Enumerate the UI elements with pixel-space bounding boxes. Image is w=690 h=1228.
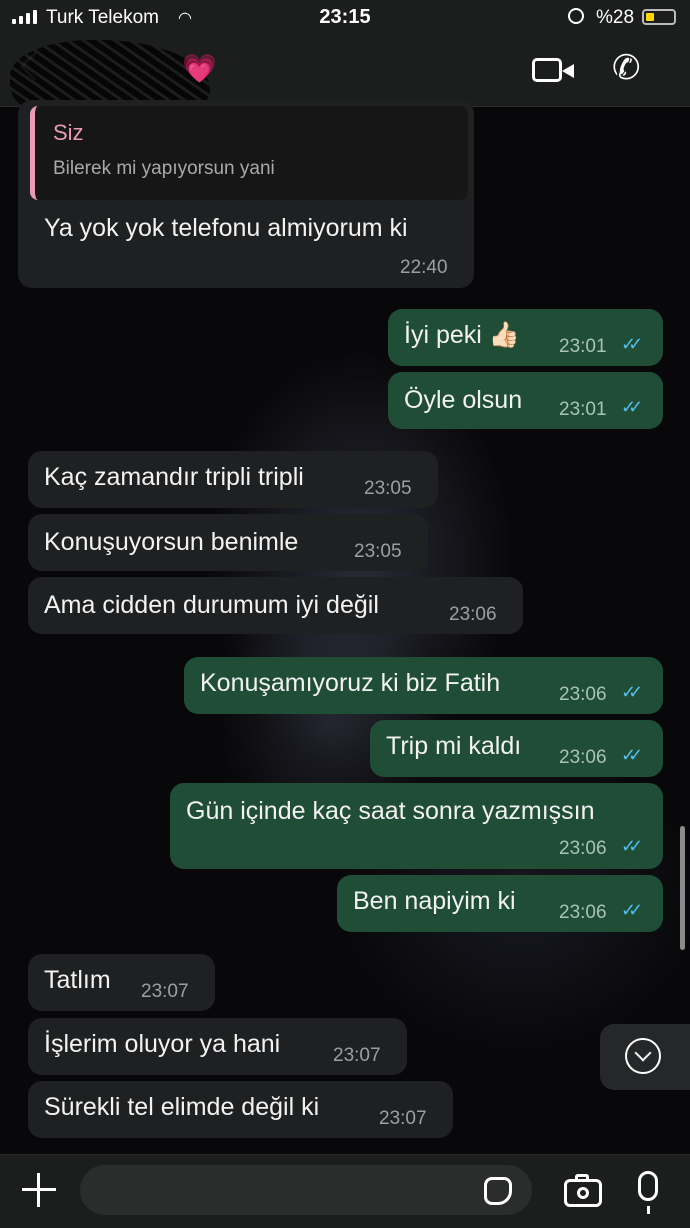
sticker-icon[interactable]	[484, 1177, 512, 1205]
message-bubble-outgoing[interactable]: Ben napiyim ki 23:06 ✓✓	[337, 875, 663, 932]
read-ticks-icon: ✓✓	[621, 682, 643, 702]
read-ticks-icon: ✓✓	[621, 836, 643, 856]
battery-icon	[642, 9, 676, 25]
read-ticks-icon: ✓✓	[621, 745, 643, 765]
plus-icon[interactable]	[22, 1173, 56, 1207]
message-input[interactable]	[80, 1165, 532, 1215]
mic-icon[interactable]	[638, 1171, 658, 1214]
scroll-down-icon	[625, 1038, 661, 1074]
heart-emoji: 💗	[182, 53, 217, 84]
message-time: 23:05	[364, 478, 412, 499]
orientation-lock-icon	[568, 8, 584, 24]
scroll-to-bottom-button[interactable]	[600, 1024, 690, 1090]
chat-header: 💗 ✆	[0, 36, 690, 130]
message-text: Konuşuyorsun benimle	[44, 528, 299, 556]
message-text: Sürekli tel elimde değil ki	[44, 1093, 320, 1121]
message-composer-bar	[0, 1154, 690, 1228]
message-time: 23:06	[559, 684, 607, 705]
quote-text: Bilerek mi yapıyorsun yani	[53, 158, 275, 179]
message-bubble-incoming[interactable]: İşlerim oluyor ya hani 23:07	[28, 1018, 407, 1075]
status-bar: Turk Telekom ◠ 23:15 %28	[0, 0, 690, 36]
message-bubble-outgoing[interactable]: Trip mi kaldı 23:06 ✓✓	[370, 720, 663, 777]
message-text: Ben napiyim ki	[353, 887, 516, 915]
message-text: Tatlım	[44, 966, 111, 994]
message-time: 23:06	[559, 838, 607, 859]
message-text: Konuşamıyoruz ki biz Fatih	[200, 669, 501, 697]
message-text: İyi peki 👍🏻	[404, 321, 520, 349]
message-time: 23:06	[449, 604, 497, 625]
battery-percent: %28	[596, 7, 635, 28]
message-time: 23:06	[559, 747, 607, 768]
message-time: 23:07	[333, 1045, 381, 1066]
message-time: 23:06	[559, 902, 607, 923]
message-bubble-outgoing[interactable]: İyi peki 👍🏻 23:01 ✓✓	[388, 309, 663, 366]
message-text: Ya yok yok telefonu almiyorum ki	[44, 214, 408, 242]
message-bubble-incoming[interactable]: Tatlım 23:07	[28, 954, 215, 1011]
quoted-reply[interactable]: Siz Bilerek mi yapıyorsun yani	[30, 106, 468, 200]
video-call-icon[interactable]	[532, 58, 574, 82]
quote-author: Siz	[53, 120, 84, 145]
message-bubble-outgoing[interactable]: Konuşamıyoruz ki biz Fatih 23:06 ✓✓	[184, 657, 663, 714]
message-bubble-incoming[interactable]: Siz Bilerek mi yapıyorsun yani Ya yok yo…	[18, 100, 474, 288]
message-text: Öyle olsun	[404, 386, 523, 414]
message-time: 23:07	[379, 1108, 427, 1129]
read-ticks-icon: ✓✓	[621, 334, 643, 354]
message-bubble-outgoing[interactable]: Öyle olsun 23:01 ✓✓	[388, 372, 663, 429]
message-text: İşlerim oluyor ya hani	[44, 1030, 281, 1058]
message-bubble-incoming[interactable]: Kaç zamandır tripli tripli 23:05	[28, 451, 438, 508]
status-time: 23:15	[319, 6, 371, 28]
message-time: 23:07	[141, 981, 189, 1002]
message-time: 23:05	[354, 541, 402, 562]
voice-call-icon[interactable]: ✆	[612, 48, 641, 88]
message-bubble-incoming[interactable]: Ama cidden durumum iyi değil 23:06	[28, 577, 523, 634]
message-bubble-outgoing[interactable]: Gün içinde kaç saat sonra yazmışsın 23:0…	[170, 783, 663, 869]
message-text: Trip mi kaldı	[386, 732, 522, 760]
message-text: Gün içinde kaç saat sonra yazmışsın	[186, 797, 595, 825]
message-text: Kaç zamandır tripli tripli	[44, 463, 304, 491]
message-time: 23:01	[559, 336, 607, 357]
message-bubble-incoming[interactable]: Sürekli tel elimde değil ki 23:07	[28, 1081, 453, 1138]
message-text: Ama cidden durumum iyi değil	[44, 591, 379, 619]
scrollbar[interactable]	[680, 826, 685, 950]
read-ticks-icon: ✓✓	[621, 900, 643, 920]
message-bubble-incoming[interactable]: Konuşuyorsun benimle 23:05	[28, 514, 428, 571]
read-ticks-icon: ✓✓	[621, 397, 643, 417]
message-time: 22:40	[400, 257, 448, 278]
message-time: 23:01	[559, 399, 607, 420]
camera-icon[interactable]	[564, 1174, 602, 1207]
